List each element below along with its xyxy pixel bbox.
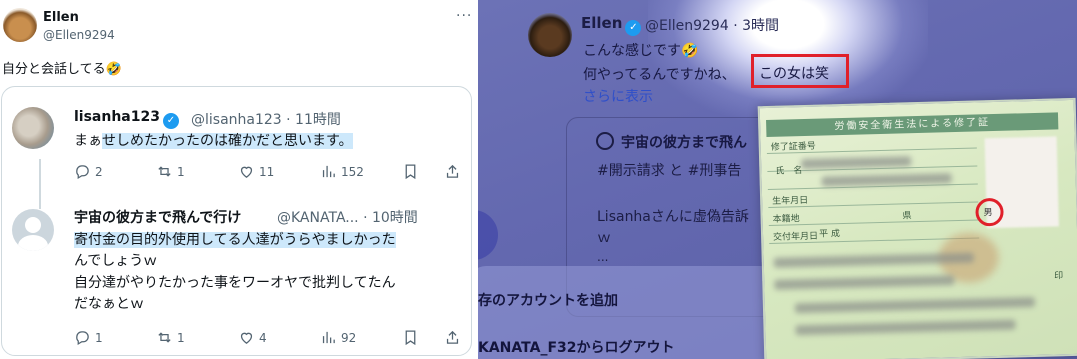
photo-author-handle: @Ellen9294 · 3時間 <box>645 18 779 34</box>
heart-icon <box>240 166 253 178</box>
reply-actions: 2 1 11 152 <box>74 163 464 183</box>
post-author-handle[interactable]: @Ellen9294 <box>43 28 115 42</box>
reply-text-line: 自分達がやりたかった事をワーオヤで批判してたん <box>74 275 396 291</box>
photo-post-line2: 何やってるんですかね、 <box>583 67 736 83</box>
left-panel: Ellen @Ellen9294 ··· 自分と会話してる🤣 lisanha12… <box>0 0 478 359</box>
row-label: 本籍地 <box>772 214 800 225</box>
name-label: 氏 名 <box>775 166 803 177</box>
like-count: 4 <box>259 330 267 345</box>
default-user-avatar[interactable] <box>12 209 54 251</box>
photo-author-name: Ellen ✓ <box>581 14 644 36</box>
like-button[interactable]: 11 <box>238 163 274 180</box>
like-button[interactable]: 4 <box>238 329 267 346</box>
repost-icon <box>158 166 171 177</box>
row-label: 生年月日 <box>772 195 809 207</box>
more-options-icon[interactable]: ··· <box>456 8 472 24</box>
views-button[interactable]: 152 <box>320 163 364 180</box>
lisanha-avatar[interactable] <box>12 107 54 149</box>
repost-count: 1 <box>177 164 185 179</box>
reply-text-highlight: 寄付金の目的外使用してる人達がうらやましかった <box>74 232 396 248</box>
like-count: 11 <box>259 164 275 179</box>
blurred-text <box>795 319 1016 336</box>
repost-count: 1 <box>177 330 185 345</box>
screen-photo-panel: Ellen ✓ @Ellen9294 · 3時間 こんな感じです🤣 何やってるんで… <box>478 0 1077 359</box>
reply-author-name[interactable]: lisanha123 ✓ <box>74 109 182 129</box>
reply-author-name[interactable]: 宇宙の彼方まで飛んで行け <box>74 207 241 227</box>
views-chart-icon <box>322 165 335 178</box>
reply-text-highlight: せしめたかったのは確かだと思います。 <box>102 133 353 149</box>
photo-quote-avatar <box>596 132 614 150</box>
views-chart-icon <box>322 331 335 344</box>
blurred-text <box>774 275 955 290</box>
comment-icon <box>76 165 89 180</box>
reply-button[interactable]: 1 <box>74 329 103 346</box>
bookmark-button[interactable] <box>402 329 419 346</box>
share-icon <box>446 330 459 344</box>
photo-ellen-avatar <box>528 13 572 57</box>
reply-text-line: だなぁとｗ <box>74 296 144 312</box>
avatar-head-shape <box>25 217 41 233</box>
thread-connector <box>39 159 41 209</box>
photo-menu-add-account: 存のアカウントを追加 <box>478 293 618 309</box>
views-count: 152 <box>341 164 364 179</box>
views-button[interactable]: 92 <box>320 329 356 346</box>
reply-count: 1 <box>95 330 103 345</box>
bookmark-button[interactable] <box>402 163 419 180</box>
photo-quote-text: Lisanhaさんに虚偽告訴 <box>597 209 749 225</box>
blurred-button <box>478 210 498 260</box>
share-button[interactable] <box>444 329 461 346</box>
reply-button[interactable]: 2 <box>74 163 103 180</box>
photo-boxed-text: この女は笑 <box>759 66 829 82</box>
bookmark-icon <box>405 164 416 180</box>
reply-text-line: 寄付金の目的外使用してる人達がうらやましかった <box>74 230 396 251</box>
photo-author-name-text: Ellen <box>581 14 623 32</box>
blurred-text <box>794 297 1036 314</box>
prefecture-label: 県 <box>902 211 912 222</box>
reply-name-text[interactable]: lisanha123 <box>74 109 160 125</box>
photo-quote-ellipsis: ... <box>597 250 609 264</box>
row-label: 交付年月日 <box>772 231 819 243</box>
photo-quote-text: ｗ <box>597 230 611 246</box>
reply-thread-card[interactable]: lisanha123 ✓ @lisanha123 · 11時間 まぁせしめたかった… <box>1 86 472 356</box>
views-count: 92 <box>341 330 357 345</box>
reply-meta[interactable]: @lisanha123 · 11時間 <box>191 109 341 129</box>
verified-badge-icon: ✓ <box>162 113 179 129</box>
share-button[interactable] <box>444 163 461 180</box>
repost-icon <box>158 332 171 343</box>
seal-label: 印 <box>1054 271 1064 282</box>
repost-button[interactable]: 1 <box>156 163 185 180</box>
photo-quote-name: 宇宙の彼方まで飛ん <box>621 135 747 151</box>
repost-button[interactable]: 1 <box>156 329 185 346</box>
share-icon <box>446 164 459 178</box>
reply-text-prefix: まぁ <box>74 133 102 149</box>
ellen-avatar[interactable] <box>3 8 37 42</box>
avatar-body-shape <box>18 235 48 251</box>
heart-icon <box>240 332 253 344</box>
verified-badge-icon: ✓ <box>625 20 642 36</box>
photo-show-more-link: さらに表示 <box>583 89 653 105</box>
reply-text: まぁせしめたかったのは確かだと思います。 <box>74 131 353 152</box>
row-label: 修了証番号 <box>770 141 816 153</box>
certificate-card-photo: 労働安全衛生法による修了証 修了証番号 生年月日 本籍地 交付年月日 氏 名 県… <box>757 97 1077 359</box>
reply-text-line: んでしょうｗ <box>74 253 158 269</box>
photo-menu-logout: KANATA_F32からログアウト <box>478 340 675 356</box>
era-label: 平 成 <box>818 229 841 240</box>
reply-count: 2 <box>95 164 103 179</box>
comment-icon <box>76 331 89 346</box>
post-author-name[interactable]: Ellen <box>43 10 79 25</box>
photo-post-line1: こんな感じです🤣 <box>583 43 699 59</box>
reply-meta[interactable]: @KANATA... · 10時間 <box>277 207 418 227</box>
post-text: 自分と会話してる🤣 <box>2 62 122 77</box>
bookmark-icon <box>405 330 416 346</box>
photo-quote-hashtags: #開示請求 と #刑事告 <box>597 163 742 179</box>
reply-actions: 1 1 4 92 <box>74 329 464 349</box>
